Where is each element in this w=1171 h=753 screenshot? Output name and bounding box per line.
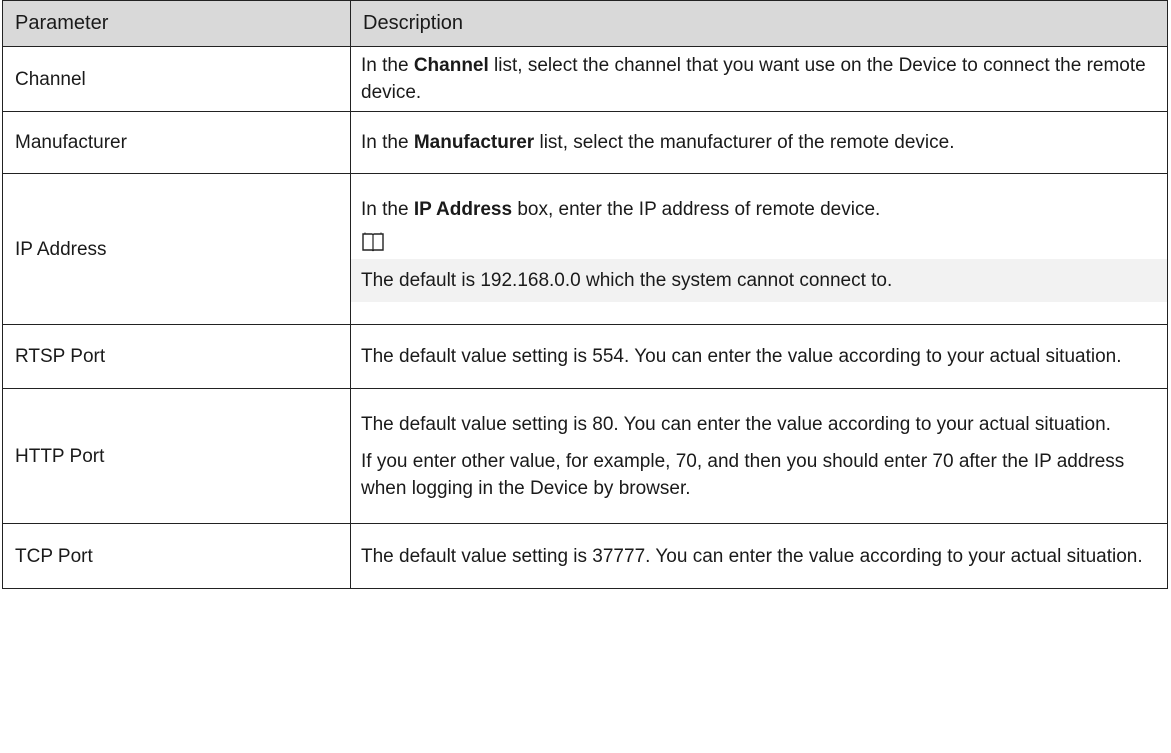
table-header-row: Parameter Description	[2, 0, 1168, 47]
table-row: HTTP Port The default value setting is 8…	[2, 388, 1168, 524]
param-description: In the Manufacturer list, select the man…	[350, 111, 1168, 174]
parameter-table: Parameter Description Channel In the Cha…	[2, 0, 1168, 589]
desc-text: list, select the manufacturer of the rem…	[534, 132, 955, 153]
param-name: HTTP Port	[2, 388, 351, 524]
book-note-icon	[362, 232, 384, 252]
desc-text: box, enter the IP address of remote devi…	[512, 199, 881, 220]
param-name: Channel	[2, 46, 351, 112]
table-row: TCP Port The default value setting is 37…	[2, 523, 1168, 589]
param-description: The default value setting is 554. You ca…	[350, 324, 1168, 389]
table-row: IP Address In the IP Address box, enter …	[2, 173, 1168, 325]
header-parameter: Parameter	[2, 0, 351, 47]
param-description: In the Channel list, select the channel …	[350, 46, 1168, 112]
param-description: The default value setting is 37777. You …	[350, 523, 1168, 589]
desc-text: In the	[361, 199, 414, 220]
table-row: RTSP Port The default value setting is 5…	[2, 324, 1168, 389]
desc-text: In the	[361, 55, 414, 76]
table-row: Manufacturer In the Manufacturer list, s…	[2, 111, 1168, 174]
note-text: The default is 192.168.0.0 which the sys…	[351, 259, 1167, 302]
param-description: The default value setting is 80. You can…	[350, 388, 1168, 524]
desc-bold-term: Manufacturer	[413, 132, 535, 153]
param-description: In the IP Address box, enter the IP addr…	[350, 173, 1168, 325]
desc-bold-term: Channel	[413, 55, 489, 76]
desc-bold-term: IP Address	[413, 199, 513, 220]
table-row: Channel In the Channel list, select the …	[2, 46, 1168, 112]
param-name: TCP Port	[2, 523, 351, 589]
desc-text: In the	[361, 132, 414, 153]
header-description: Description	[350, 0, 1168, 47]
param-name: RTSP Port	[2, 324, 351, 389]
param-name: Manufacturer	[2, 111, 351, 174]
param-name: IP Address	[2, 173, 351, 325]
